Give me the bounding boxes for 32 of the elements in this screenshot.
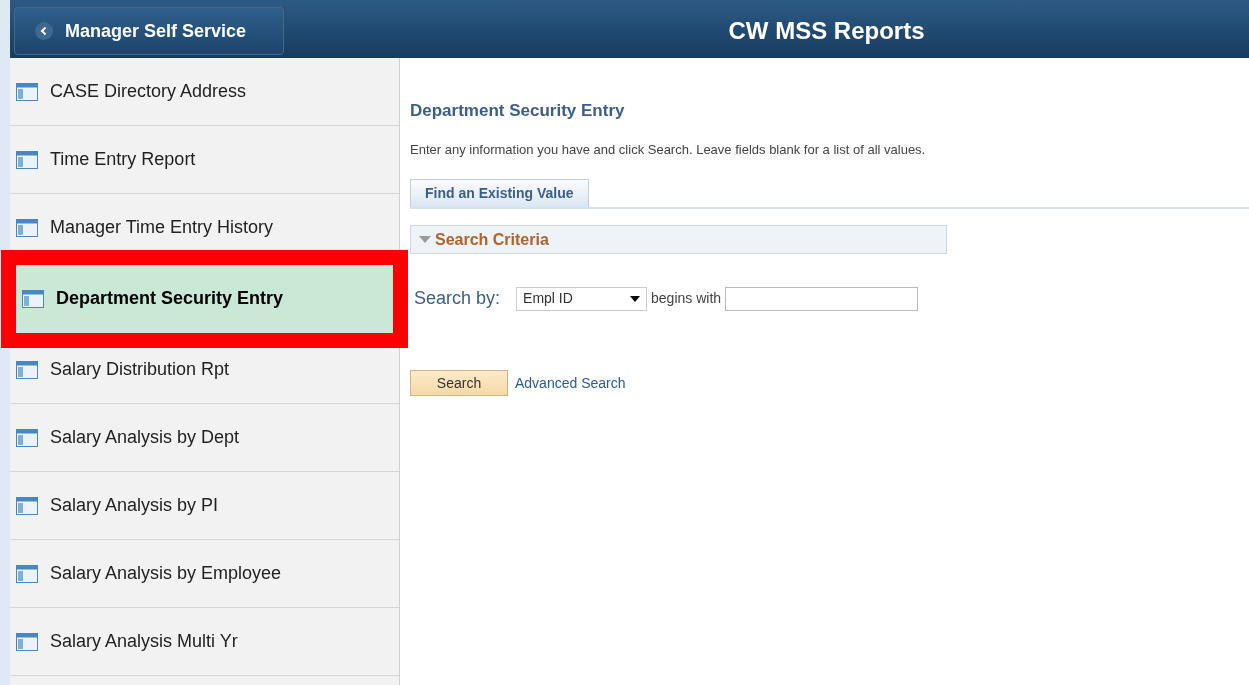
back-button[interactable]: Manager Self Service <box>14 7 284 55</box>
page-icon <box>16 218 38 237</box>
search-button[interactable]: Search <box>410 370 508 396</box>
advanced-search-link[interactable]: Advanced Search <box>515 372 626 394</box>
tab[interactable]: Find an Existing Value <box>410 179 589 207</box>
dropdown-caret-icon <box>630 295 641 302</box>
sidebar-item[interactable]: Salary Analysis by PI <box>10 472 399 540</box>
sidebar-item[interactable]: Salary Analysis Multi Yr <box>10 608 399 676</box>
page-icon <box>16 360 38 379</box>
page-icon <box>16 496 38 515</box>
sidebar-item[interactable]: Salary Distribution Rpt <box>10 336 399 404</box>
search-input[interactable] <box>725 286 919 311</box>
page-title: CW MSS Reports <box>727 16 926 46</box>
sidebar-item[interactable]: Salary Analysis by Dept <box>10 404 399 472</box>
collapse-icon <box>419 235 431 244</box>
section-title: Search Criteria <box>435 229 549 250</box>
page-icon <box>22 289 44 308</box>
page-icon <box>16 632 38 651</box>
search-by-label: Search by: <box>414 287 501 310</box>
section-heading: Department Security Entry <box>410 100 626 122</box>
collapsible-header[interactable]: Search Criteria <box>410 225 947 254</box>
page-icon <box>16 428 38 447</box>
operator-label: begins with <box>651 289 722 308</box>
page-icon <box>16 150 38 169</box>
back-icon <box>35 22 53 40</box>
page-icon <box>16 82 38 101</box>
sidebar-item[interactable]: Time Entry Report <box>10 126 399 194</box>
page-icon <box>16 564 38 583</box>
sidebar-item[interactable]: CASE Directory Address <box>10 58 399 126</box>
search-field-select[interactable]: Empl ID <box>516 286 648 311</box>
sidebar-item[interactable]: Salary Analysis by Employee <box>10 540 399 608</box>
instructions-text: Enter any information you have and click Search. Leave fields blank for a list of all values. <box>410 140 927 159</box>
